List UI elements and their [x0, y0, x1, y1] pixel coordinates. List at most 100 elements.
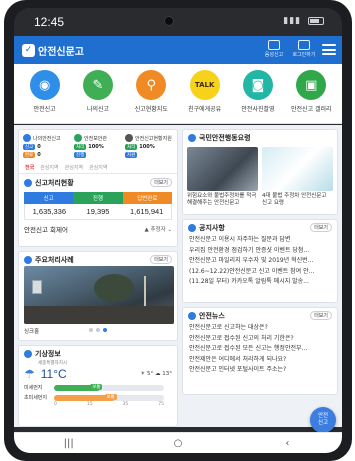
app-logo[interactable]: ✓ 안전신문고	[22, 43, 84, 58]
dust-bar: 보통	[54, 383, 164, 391]
meeting-row: 안전신고 회제어 ▲ 추정자 ⌄	[24, 224, 172, 234]
value-in-progress: 19,395	[86, 207, 110, 216]
app-name: 안전신문고	[38, 47, 84, 58]
meeting-title: 안전신고 회제어	[24, 226, 68, 234]
status-bar: 12:45 ▮▮▮	[14, 8, 342, 36]
stat-safety-guard[interactable]: 안전보안관 처리 100% 진행	[74, 134, 122, 160]
tab-nationwide[interactable]: 전국	[25, 164, 34, 171]
header-in-progress: 진행	[73, 192, 123, 204]
back-button[interactable]: ‹	[267, 438, 307, 449]
hamburger-menu-icon[interactable]	[322, 43, 336, 55]
siren-icon: ◉	[29, 70, 60, 100]
support-icon	[125, 134, 133, 142]
news-list: 안전신문고로 신고하는 대상은? 안전신문고로 접수된 신고의 처리 기한은? …	[183, 321, 337, 376]
meeting-select[interactable]: ▲ 추정자 ⌄	[144, 225, 172, 233]
temp-high-low: ☀ 5° ☁ 13°	[140, 371, 172, 377]
more-button[interactable]: 더보기	[150, 255, 172, 264]
status-card: 나의안전신고 신고 0 완료 0 안전보안관 처리 100% 진행 안전신고현황지원 …	[18, 129, 178, 247]
video-caption[interactable]: 4대 불법 주정차 안전신문고 신고 요령	[262, 193, 333, 207]
video-caption[interactable]: 위험요소와 불법주정차를 적극 해결해주는 안전신문고	[187, 193, 258, 207]
stat-my-reports[interactable]: 나의안전신고 신고 0 완료 0	[23, 134, 71, 160]
news-item[interactable]: 안전신문고로 신고하는 대상은?	[189, 323, 333, 334]
stat-chip: 지원	[125, 152, 138, 158]
talk-icon: TALK	[189, 70, 220, 100]
dust-tag: 보통	[90, 383, 103, 390]
header-reported: 신고	[24, 192, 74, 204]
stat-chip: 진행	[74, 152, 87, 158]
cases-card: 주요처리사례 더보기 싱크홀	[18, 251, 178, 341]
news-title: 안전뉴스	[199, 312, 225, 320]
quick-menu-label: 안전신고 갤러리	[291, 106, 332, 113]
pager-dot-active[interactable]	[103, 328, 107, 332]
stat-chip: 처리	[125, 144, 138, 150]
safety-video-card: 국민안전행동요령 위험요소와 불법주정차를 적극 해결해주는 안전신문고 4대 …	[182, 129, 338, 215]
quick-menu-share[interactable]: TALK 친구에게공유	[183, 70, 227, 123]
shield-icon	[74, 134, 82, 142]
more-button[interactable]: 더보기	[150, 178, 172, 187]
front-camera	[164, 16, 174, 26]
dust-label: 미세먼지	[24, 385, 43, 391]
notice-title: 공지사항	[199, 224, 225, 232]
quick-menu-gallery[interactable]: ▣ 안전신고 갤러리	[289, 70, 333, 123]
sun-icon: ☀	[140, 371, 147, 377]
notice-item[interactable]: (11.28일 부터) 카카오톡 알림톡 메시지 발송...	[189, 277, 333, 288]
stat-chip: 신고	[23, 144, 36, 150]
quick-menu: ◉ 안전신고 ✎ 나의신고 ⚲ 신고현황지도 TALK 친구에게공유 ◙ 안전사…	[14, 64, 342, 124]
voice-report-button[interactable]: 음성신고	[262, 40, 286, 58]
notice-item[interactable]: 우리집 안전환경 점검하기 안증샷 이벤트 당첨...	[189, 246, 333, 257]
tab-interest-region[interactable]: 관심지역	[89, 164, 107, 171]
megaphone-icon	[188, 224, 196, 232]
tab-interest-region[interactable]: 관심지역	[65, 164, 83, 171]
camera-small-icon	[24, 256, 32, 264]
main-content: 나의안전신고 신고 0 완료 0 안전보안관 처리 100% 진행 안전신고현황지원 …	[14, 125, 342, 433]
more-button[interactable]: 더보기	[310, 311, 332, 320]
quick-menu-report-map[interactable]: ⚲ 신고현황지도	[129, 70, 173, 123]
login-button[interactable]: 로그인하기	[292, 40, 316, 58]
video-thumbnail[interactable]	[262, 147, 333, 191]
quick-menu-safety-photo[interactable]: ◙ 안전사진촬영	[236, 70, 280, 123]
tab-interest-region[interactable]: 관심지역	[40, 164, 58, 171]
recents-button[interactable]: |||	[49, 438, 89, 449]
stat-chip: 완료	[23, 152, 36, 158]
system-icons: ▮▮▮	[283, 16, 324, 26]
home-button[interactable]: ○	[158, 438, 198, 449]
temp-low: 13°	[162, 371, 172, 377]
pager-dot[interactable]	[96, 328, 100, 332]
camera-icon: ◙	[242, 70, 273, 100]
fine-dust-label: 초미세먼지	[24, 395, 48, 401]
stat-value: 0	[37, 144, 41, 150]
cases-title: 주요처리사례	[35, 256, 74, 264]
scale-tick: 0	[54, 402, 57, 407]
scale-tick: 75	[158, 402, 164, 407]
quick-menu-label: 안전신고	[33, 106, 56, 113]
video-thumbnail[interactable]	[187, 147, 258, 191]
fab-line: 신고	[317, 420, 329, 426]
notice-item[interactable]: (12.6~12.22)안전신문고 신고 이벤트 참여 안...	[189, 267, 333, 278]
weather-title: 기상정보	[35, 350, 61, 358]
voice-report-label: 음성신고	[264, 52, 284, 58]
map-pin-icon: ⚲	[136, 70, 167, 100]
meeting-select-value: 추정자	[150, 227, 166, 233]
news-item[interactable]: 안전제안은 어디에서 처리하게 되나요?	[189, 355, 333, 366]
news-item[interactable]: 안전신문고 인터넷 포털사이트 주소는?	[189, 365, 333, 376]
news-item[interactable]: 안전신문고로 접수된 모든 신고는 행정안전부...	[189, 344, 333, 355]
news-item[interactable]: 안전신문고로 접수된 신고의 처리 기한은?	[189, 334, 333, 345]
report-status-values: 1,635,336 19,395 1,615,941	[24, 204, 172, 220]
notice-card: 공지사항 더보기 안전신문고 이용시 자주하는 질문과 답변 우리집 안전환경 …	[182, 219, 338, 303]
stat-report-support[interactable]: 안전신고현황지원 처리 100% 지원	[125, 134, 173, 160]
case-photo[interactable]	[24, 266, 174, 324]
report-status-headers: 신고 진행 답변완료	[24, 192, 172, 204]
status-time: 12:45	[34, 15, 65, 29]
scale-tick: 15	[86, 402, 93, 407]
more-button[interactable]: 더보기	[310, 223, 332, 232]
notice-item[interactable]: 안전신문고 이용시 자주하는 질문과 답변	[189, 235, 333, 246]
quick-menu-my-reports[interactable]: ✎ 나의신고	[76, 70, 120, 123]
report-status-title: 신고처리현황	[35, 179, 74, 187]
pager-dot[interactable]	[89, 328, 93, 332]
rain-icon: ☂	[24, 367, 35, 381]
chart-icon	[24, 179, 32, 187]
floating-report-button[interactable]: 안전 신고	[310, 407, 336, 433]
weather-location: 세종특별자치시	[38, 361, 67, 366]
quick-menu-safety-report[interactable]: ◉ 안전신고	[23, 70, 67, 123]
notice-item[interactable]: 안전신문고 마일리지 우수자 및 2019년 혁신번...	[189, 256, 333, 267]
